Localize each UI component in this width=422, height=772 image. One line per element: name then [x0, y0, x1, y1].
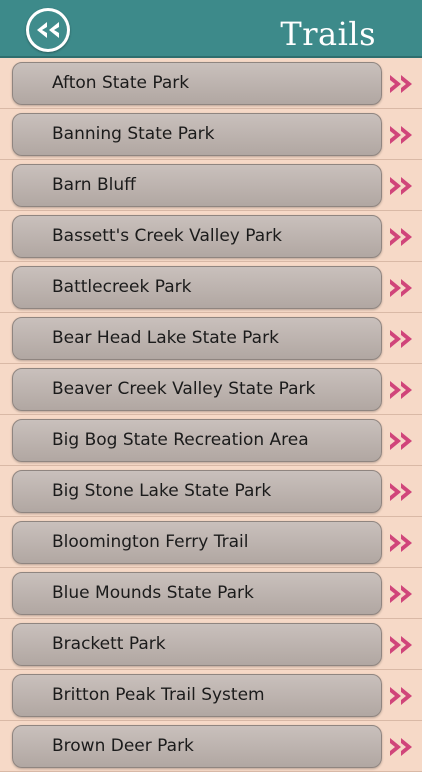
- page-title: Trails: [280, 15, 376, 53]
- list-item[interactable]: Britton Peak Trail System: [0, 670, 422, 721]
- double-chevron-right-icon[interactable]: [389, 737, 415, 757]
- back-button[interactable]: [26, 8, 70, 52]
- list-item-button[interactable]: Barn Bluff: [12, 164, 382, 207]
- double-chevron-right-icon[interactable]: [389, 329, 415, 349]
- list-item[interactable]: Brackett Park: [0, 619, 422, 670]
- list-item[interactable]: Blue Mounds State Park: [0, 568, 422, 619]
- list-item-label: Bassett's Creek Valley Park: [52, 226, 283, 246]
- list-item[interactable]: Beaver Creek Valley State Park: [0, 364, 422, 415]
- list-item[interactable]: Banning State Park: [0, 109, 422, 160]
- double-chevron-right-icon[interactable]: [389, 227, 415, 247]
- list-item-button[interactable]: Big Bog State Recreation Area: [12, 419, 382, 462]
- list-item-button[interactable]: Brown Deer Park: [12, 725, 382, 768]
- double-chevron-right-icon[interactable]: [389, 278, 415, 298]
- double-chevron-left-icon: [37, 22, 59, 38]
- double-chevron-right-icon[interactable]: [389, 635, 415, 655]
- list-item-label: Britton Peak Trail System: [52, 685, 265, 705]
- list-item[interactable]: Afton State Park: [0, 58, 422, 109]
- double-chevron-right-icon[interactable]: [389, 380, 415, 400]
- double-chevron-right-icon[interactable]: [389, 125, 415, 145]
- list-item-button[interactable]: Bear Head Lake State Park: [12, 317, 382, 360]
- list-item-button[interactable]: Britton Peak Trail System: [12, 674, 382, 717]
- list-item[interactable]: Bear Head Lake State Park: [0, 313, 422, 364]
- list-item-label: Afton State Park: [52, 73, 190, 93]
- list-item-label: Big Stone Lake State Park: [52, 481, 272, 501]
- list-item-button[interactable]: Afton State Park: [12, 62, 382, 105]
- double-chevron-right-icon[interactable]: [389, 533, 415, 553]
- trail-list: Afton State Park Banning State Park Barn B…: [0, 58, 422, 772]
- list-item-button[interactable]: Beaver Creek Valley State Park: [12, 368, 382, 411]
- list-item[interactable]: Bassett's Creek Valley Park: [0, 211, 422, 262]
- list-item-label: Big Bog State Recreation Area: [52, 430, 309, 450]
- list-item-button[interactable]: Blue Mounds State Park: [12, 572, 382, 615]
- list-item[interactable]: Barn Bluff: [0, 160, 422, 211]
- list-item-button[interactable]: Big Stone Lake State Park: [12, 470, 382, 513]
- list-item-button[interactable]: Bassett's Creek Valley Park: [12, 215, 382, 258]
- list-item[interactable]: Brown Deer Park: [0, 721, 422, 772]
- double-chevron-right-icon[interactable]: [389, 584, 415, 604]
- list-item-label: Blue Mounds State Park: [52, 583, 254, 603]
- list-item-label: Barn Bluff: [52, 175, 136, 195]
- list-item-label: Beaver Creek Valley State Park: [52, 379, 316, 399]
- list-item-label: Banning State Park: [52, 124, 215, 144]
- double-chevron-right-icon[interactable]: [389, 74, 415, 94]
- list-item-label: Bloomington Ferry Trail: [52, 532, 249, 552]
- list-item-label: Bear Head Lake State Park: [52, 328, 279, 348]
- list-item-button[interactable]: Battlecreek Park: [12, 266, 382, 309]
- list-item-button[interactable]: Brackett Park: [12, 623, 382, 666]
- list-item[interactable]: Bloomington Ferry Trail: [0, 517, 422, 568]
- list-item[interactable]: Big Bog State Recreation Area: [0, 415, 422, 466]
- list-item-label: Battlecreek Park: [52, 277, 192, 297]
- back-button-face: [29, 11, 67, 49]
- list-item-button[interactable]: Banning State Park: [12, 113, 382, 156]
- list-item-button[interactable]: Bloomington Ferry Trail: [12, 521, 382, 564]
- double-chevron-right-icon[interactable]: [389, 482, 415, 502]
- list-item[interactable]: Battlecreek Park: [0, 262, 422, 313]
- list-item-label: Brackett Park: [52, 634, 166, 654]
- double-chevron-right-icon[interactable]: [389, 176, 415, 196]
- list-item-label: Brown Deer Park: [52, 736, 194, 756]
- header-bar: Trails: [0, 0, 422, 58]
- list-item[interactable]: Big Stone Lake State Park: [0, 466, 422, 517]
- double-chevron-right-icon[interactable]: [389, 431, 415, 451]
- double-chevron-right-icon[interactable]: [389, 686, 415, 706]
